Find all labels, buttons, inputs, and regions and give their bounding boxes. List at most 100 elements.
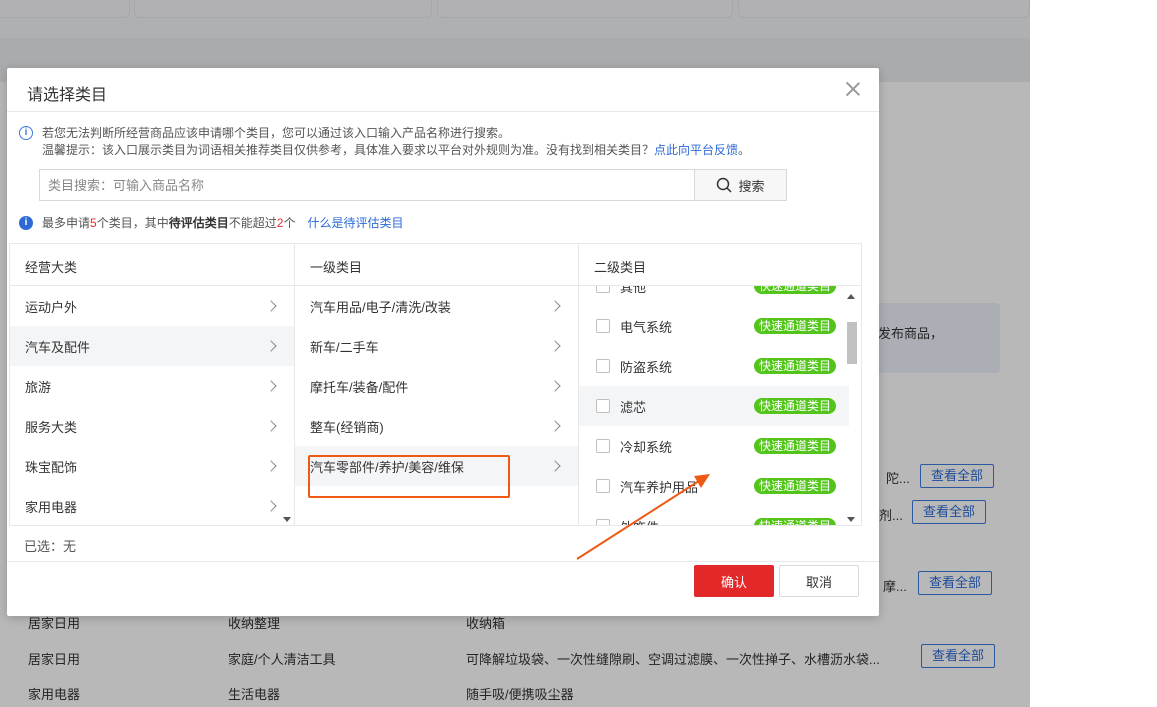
tip-line: 若您无法判断所经营商品应该申请哪个类目，您可以通过该入口输入产品名称进行搜索。 [42, 126, 511, 140]
category-item[interactable]: 汽车零部件/养护/美容/维保 [295, 446, 578, 486]
chevron-right-icon [549, 420, 561, 432]
subcategory-label: 外饰件 [620, 517, 754, 526]
category-item[interactable]: 汽车用品/电子/清洗/改装 [295, 286, 578, 326]
limit-text: 不能超过 [228, 216, 277, 230]
fast-channel-badge: 快速通道类目 [754, 398, 837, 414]
category-item[interactable]: 家用电器 [10, 486, 294, 525]
chevron-right-icon [265, 500, 277, 512]
chevron-right-icon [265, 300, 277, 312]
subcategory-label: 汽车养护用品 [620, 479, 699, 495]
subcategory-item[interactable]: 防盗系统 快速通道类目 [579, 346, 849, 386]
category-item[interactable]: 新车/二手车 [295, 326, 578, 366]
category-search-input[interactable] [39, 169, 694, 201]
category-select-dialog: 请选择类目 i 若您无法判断所经营商品应该申请哪个类目，您可以通过该入口输入产品… [7, 68, 879, 616]
level1-category-column: 一级类目 汽车用品/电子/清洗/改装 新车/二手车 摩托车/装备/配件 整车(经… [294, 243, 578, 526]
chevron-right-icon [549, 380, 561, 392]
info-icon: i [19, 215, 33, 230]
category-item-label: 新车/二手车 [310, 339, 379, 355]
subcategory-item[interactable]: 其他 快速通道类目 [579, 286, 849, 306]
subcategory-checkbox[interactable] [596, 479, 610, 493]
subcategory-label: 冷却系统 [620, 439, 673, 455]
category-item[interactable]: 摩托车/装备/配件 [295, 366, 578, 406]
level2-category-list[interactable]: 其他 快速通道类目 电气系统 快速通道类目 防盗系统 快速通道类目 滤芯 快速通道类目 … [579, 286, 861, 526]
search-button[interactable]: 搜索 [694, 169, 787, 201]
column-header: 经营大类 [10, 244, 294, 286]
subcategory-item[interactable]: 冷却系统 快速通道类目 [579, 426, 849, 466]
subcategory-checkbox[interactable] [596, 399, 610, 413]
category-item[interactable]: 珠宝配饰 [10, 446, 294, 486]
cancel-button[interactable]: 取消 [779, 565, 859, 597]
tip-end: 。 [738, 143, 751, 157]
selected-summary: 已选：无 [7, 526, 879, 562]
category-item-label: 摩托车/装备/配件 [310, 379, 409, 395]
category-item-label: 整车(经销商) [310, 419, 384, 435]
apply-limit-notice: i 最多申请 5 个类目，其中 待评估类目 不能超过 2 个 什么是待评估类目 [19, 214, 403, 231]
feedback-link[interactable]: 点此向平台反馈 [654, 143, 738, 157]
category-item-label: 汽车及配件 [25, 339, 91, 355]
scroll-down-arrow[interactable] [283, 517, 291, 522]
limit-text: 最多申请 [42, 216, 91, 230]
chevron-right-icon [265, 380, 277, 392]
chevron-right-icon [549, 340, 561, 352]
chevron-right-icon [549, 300, 561, 312]
main-category-list[interactable]: 运动户外 汽车及配件 旅游 服务大类 珠宝配饰 家用电器 [10, 286, 294, 525]
dialog-header: 请选择类目 [7, 68, 879, 112]
limit-pending-count: 2 [276, 215, 284, 230]
fast-channel-badge: 快速通道类目 [754, 518, 837, 525]
column-header: 一级类目 [295, 244, 578, 286]
limit-max-count: 5 [90, 215, 97, 230]
close-icon[interactable] [845, 81, 861, 97]
subcategory-checkbox[interactable] [596, 286, 610, 293]
search-button-label: 搜索 [738, 178, 765, 194]
subcategory-label: 电气系统 [620, 319, 673, 335]
category-item[interactable]: 服务大类 [10, 406, 294, 446]
chevron-right-icon [265, 420, 277, 432]
category-item-label: 汽车零部件/养护/美容/维保 [310, 459, 464, 475]
category-search: 搜索 [39, 169, 787, 201]
fast-channel-badge: 快速通道类目 [754, 318, 837, 334]
fast-channel-badge: 快速通道类目 [754, 438, 837, 454]
what-is-pending-link[interactable]: 什么是待评估类目 [307, 214, 403, 231]
category-item[interactable]: 汽车及配件 [10, 326, 294, 366]
chevron-right-icon [265, 340, 277, 352]
subcategory-checkbox[interactable] [596, 519, 610, 525]
limit-text: 个类目，其中 [96, 216, 169, 230]
category-item-label: 运动户外 [25, 299, 78, 315]
subcategory-checkbox[interactable] [596, 439, 610, 453]
category-item-label: 旅游 [25, 379, 52, 395]
info-icon: i [19, 126, 33, 140]
confirm-button[interactable]: 确认 [694, 565, 774, 597]
scroll-up-arrow[interactable] [847, 294, 855, 299]
scroll-down-arrow[interactable] [847, 517, 855, 522]
subcategory-label: 其他 [620, 286, 647, 295]
scrollbar-thumb[interactable] [847, 322, 857, 364]
subcategory-item[interactable]: 汽车养护用品 快速通道类目 [579, 466, 849, 506]
fast-channel-badge: 快速通道类目 [754, 358, 837, 374]
level1-category-list[interactable]: 汽车用品/电子/清洗/改装 新车/二手车 摩托车/装备/配件 整车(经销商) 汽… [295, 286, 578, 525]
main-category-column: 经营大类 运动户外 汽车及配件 旅游 服务大类 珠宝配饰 家用电器 [9, 243, 294, 526]
fast-channel-badge: 快速通道类目 [754, 478, 837, 494]
subcategory-item[interactable]: 外饰件快速通道类目 [579, 506, 849, 526]
category-item[interactable]: 旅游 [10, 366, 294, 406]
subcategory-item[interactable]: 滤芯 快速通道类目 [579, 386, 849, 426]
category-columns: 经营大类 运动户外 汽车及配件 旅游 服务大类 珠宝配饰 家用电器 一级类目 汽… [9, 243, 862, 526]
category-item-label: 家用电器 [25, 499, 78, 515]
subcategory-label: 滤芯 [620, 399, 647, 415]
subcategory-item[interactable]: 电气系统 快速通道类目 [579, 306, 849, 346]
category-item-label: 汽车用品/电子/清洗/改装 [310, 299, 451, 315]
category-item[interactable]: 运动户外 [10, 286, 294, 326]
subcategory-label: 防盗系统 [620, 359, 673, 375]
fast-channel-badge: 快速通道类目 [754, 286, 837, 294]
limit-pending-label: 待评估类目 [168, 216, 229, 230]
chevron-right-icon [549, 460, 561, 472]
level2-category-column: 二级类目 其他 快速通道类目 电气系统 快速通道类目 防盗系统 快速通道类目 滤芯 快速… [578, 243, 862, 526]
dialog-title: 请选择类目 [27, 87, 108, 104]
search-icon [717, 177, 733, 193]
limit-text: 个 [283, 216, 296, 230]
dialog-footer: 确认 取消 [7, 562, 879, 616]
subcategory-checkbox[interactable] [596, 319, 610, 333]
subcategory-checkbox[interactable] [596, 359, 610, 373]
search-tip: i 若您无法判断所经营商品应该申请哪个类目，您可以通过该入口输入产品名称进行搜索… [19, 125, 859, 159]
chevron-right-icon [265, 460, 277, 472]
category-item[interactable]: 整车(经销商) [295, 406, 578, 446]
